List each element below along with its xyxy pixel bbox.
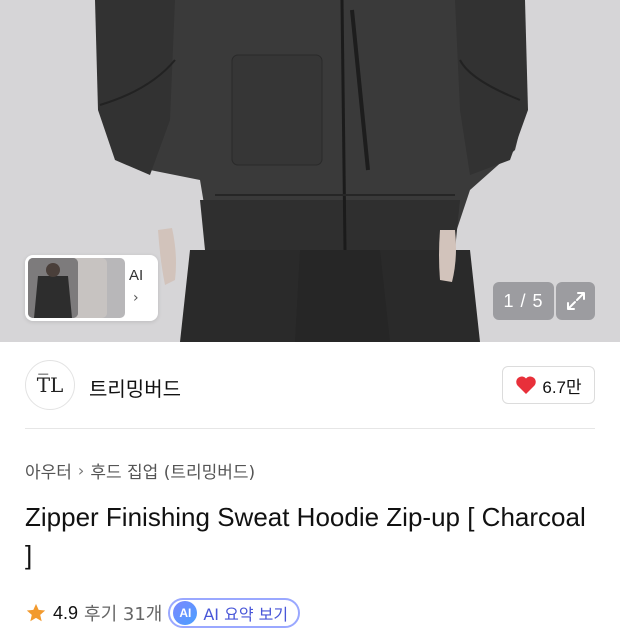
heart-icon (516, 376, 537, 394)
ai-similar-thumbnails[interactable]: AI › (25, 255, 158, 321)
brand-logo[interactable]: T̅L (25, 360, 75, 410)
ai-summary-label: AI 요약 보기 (203, 605, 289, 624)
like-button[interactable]: 6.7만 (502, 366, 595, 404)
rating-value: 4.9 (53, 602, 79, 623)
like-count: 6.7만 (542, 377, 582, 397)
ai-summary-button[interactable]: AI AI 요약 보기 (168, 598, 301, 628)
brand-name[interactable]: 트리밍버드 (89, 373, 181, 402)
brand-row: T̅L 트리밍버드 6.7만 (0, 342, 620, 428)
breadcrumb-subcategory[interactable]: 후드 집업 (트리밍버드) (90, 458, 255, 483)
chevron-right-icon: › (133, 290, 139, 306)
ai-label: AI (129, 267, 144, 284)
expand-button[interactable] (556, 282, 595, 320)
product-image-gallery[interactable]: AI › 1 / 5 (0, 0, 620, 342)
product-title: Zipper Finishing Sweat Hoodie Zip-up [ C… (25, 502, 586, 570)
thumbnail-image (28, 258, 78, 318)
chevron-right-icon: › (77, 461, 85, 480)
breadcrumb-category[interactable]: 아우터 (25, 458, 72, 483)
rating-row: 4.9 후기 31개 AI AI 요약 보기 (25, 598, 301, 628)
expand-icon (566, 292, 585, 310)
review-count-link[interactable]: 후기 31개 (84, 600, 162, 626)
divider (25, 428, 595, 429)
ai-badge-icon: AI (173, 601, 198, 625)
star-icon (26, 603, 46, 622)
brand-logo-text: T̅L (36, 373, 64, 397)
image-counter: 1 / 5 (493, 282, 554, 320)
breadcrumb: 아우터 › 후드 집업 (트리밍버드) (25, 458, 255, 483)
